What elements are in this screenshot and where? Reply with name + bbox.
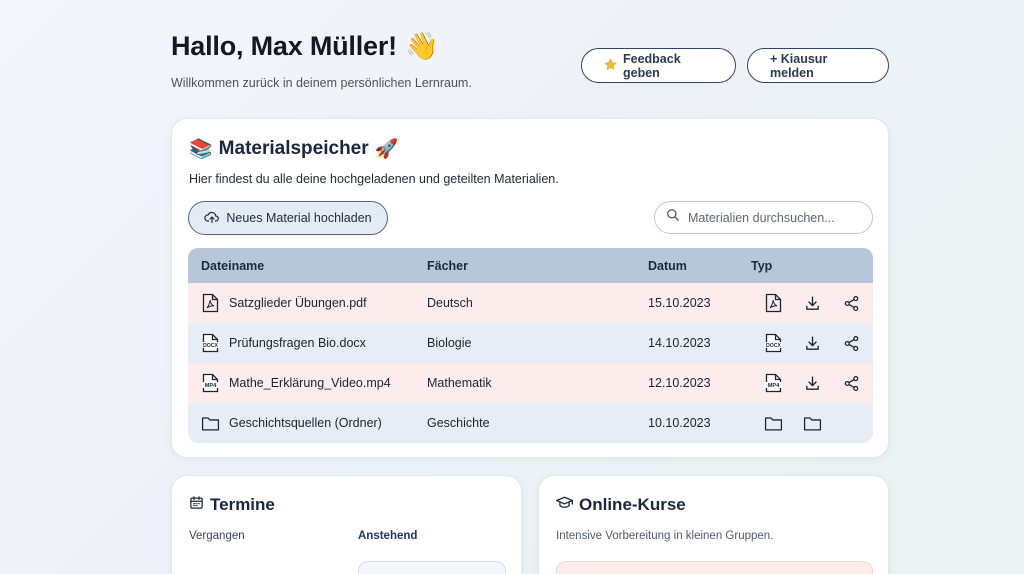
file-subject: Biologie	[427, 336, 472, 350]
table-row[interactable]: DOCX Prüfungsfragen Bio.docx Biologie 14…	[188, 323, 873, 363]
appointment-item[interactable]	[358, 561, 506, 574]
file-name: Satzglieder Übungen.pdf	[229, 296, 367, 310]
svg-text:MP4: MP4	[205, 383, 217, 389]
pdf-file-icon	[764, 293, 783, 313]
top-actions: Feedback geben + Kiausur melden	[581, 48, 889, 83]
mp4-file-icon: MP4	[201, 373, 220, 393]
file-date: 15.10.2023	[648, 296, 711, 310]
file-subject: Mathematik	[427, 376, 492, 390]
col-date: Datum	[648, 258, 687, 273]
share-icon[interactable]	[842, 373, 861, 393]
file-date: 14.10.2023	[648, 336, 711, 350]
file-date: 10.10.2023	[648, 416, 711, 430]
svg-text:DOCX: DOCX	[203, 343, 219, 349]
open-folder-icon[interactable]	[803, 413, 822, 433]
share-icon[interactable]	[842, 333, 861, 353]
mp4-file-icon: MP4	[764, 373, 783, 393]
tab-past[interactable]: Vergangen	[189, 530, 245, 542]
search-box[interactable]	[654, 201, 873, 234]
course-item[interactable]	[556, 561, 873, 574]
calendar-icon	[189, 495, 204, 515]
report-exam-label: + Kiausur melden	[770, 51, 828, 80]
download-icon[interactable]	[803, 333, 822, 353]
share-icon[interactable]	[842, 293, 861, 313]
report-exam-button[interactable]: + Kiausur melden	[747, 48, 889, 83]
docx-file-icon: DOCX	[201, 333, 220, 353]
search-icon	[666, 208, 680, 227]
cloud-upload-icon	[204, 210, 220, 227]
appointments-heading: Termine	[189, 495, 275, 515]
materials-heading: 📚 Materialspeicher 🚀	[189, 137, 398, 161]
online-courses-heading: Online-Kurse	[556, 495, 686, 515]
graduation-cap-icon	[556, 495, 573, 515]
feedback-label: Feedback geben	[623, 51, 681, 80]
online-courses-title: Online-Kurse	[579, 495, 686, 514]
file-name: Mathe_Erklärung_Video.mp4	[229, 376, 391, 390]
appointments-card: Termine Vergangen Anstehend	[171, 475, 522, 574]
pdf-file-icon	[201, 293, 220, 313]
table-row[interactable]: Geschichtsquellen (Ordner) Geschichte 10…	[188, 403, 873, 443]
col-filename: Dateiname	[201, 258, 265, 273]
greeting-text: Hallo, Max Müller!	[171, 30, 397, 61]
tab-upcoming[interactable]: Anstehend	[358, 530, 417, 542]
feedback-button[interactable]: Feedback geben	[581, 48, 736, 83]
materials-card: 📚 Materialspeicher 🚀 Hier findest du all…	[171, 118, 889, 458]
svg-text:DOCX: DOCX	[766, 343, 782, 349]
rocket-icon: 🚀	[374, 139, 399, 160]
welcome-subtitle: Willkommen zurück in deinem persönlichen…	[171, 76, 472, 90]
search-input[interactable]	[688, 210, 858, 225]
appointments-title: Termine	[210, 495, 275, 514]
table-header: Dateiname Fächer Datum Typ	[188, 248, 873, 283]
materials-table: Dateiname Fächer Datum Typ Satzglieder Ü…	[188, 248, 873, 443]
folder-icon	[201, 413, 220, 433]
page-title: Hallo, Max Müller! 👋	[171, 30, 472, 62]
waving-hand-icon: 👋	[404, 31, 439, 61]
file-date: 12.10.2023	[648, 376, 711, 390]
star-icon	[604, 57, 617, 74]
upload-material-button[interactable]: Neues Material hochladen	[188, 201, 388, 235]
materials-title: Materialspeicher	[218, 138, 369, 159]
folder-icon	[764, 413, 783, 433]
online-courses-description: Intensive Vorbereitung in kleinen Gruppe…	[556, 530, 774, 542]
greeting-block: Hallo, Max Müller! 👋 Willkommen zurück i…	[171, 30, 472, 91]
materials-description: Hier findest du alle deine hochgeladenen…	[189, 172, 559, 186]
download-icon[interactable]	[803, 293, 822, 313]
file-subject: Geschichte	[427, 416, 490, 430]
table-row[interactable]: Satzglieder Übungen.pdf Deutsch 15.10.20…	[188, 283, 873, 323]
books-icon: 📚	[189, 139, 213, 160]
svg-text:MP4: MP4	[768, 383, 780, 389]
upload-label: Neues Material hochladen	[226, 211, 372, 225]
col-type: Typ	[751, 258, 773, 273]
download-icon[interactable]	[803, 373, 822, 393]
file-subject: Deutsch	[427, 296, 473, 310]
docx-file-icon: DOCX	[764, 333, 783, 353]
online-courses-card: Online-Kurse Intensive Vorbereitung in k…	[538, 475, 889, 574]
col-subjects: Fächer	[427, 258, 468, 273]
file-name: Prüfungsfragen Bio.docx	[229, 336, 366, 350]
file-name: Geschichtsquellen (Ordner)	[229, 416, 382, 430]
table-row[interactable]: MP4 Mathe_Erklärung_Video.mp4 Mathematik…	[188, 363, 873, 403]
